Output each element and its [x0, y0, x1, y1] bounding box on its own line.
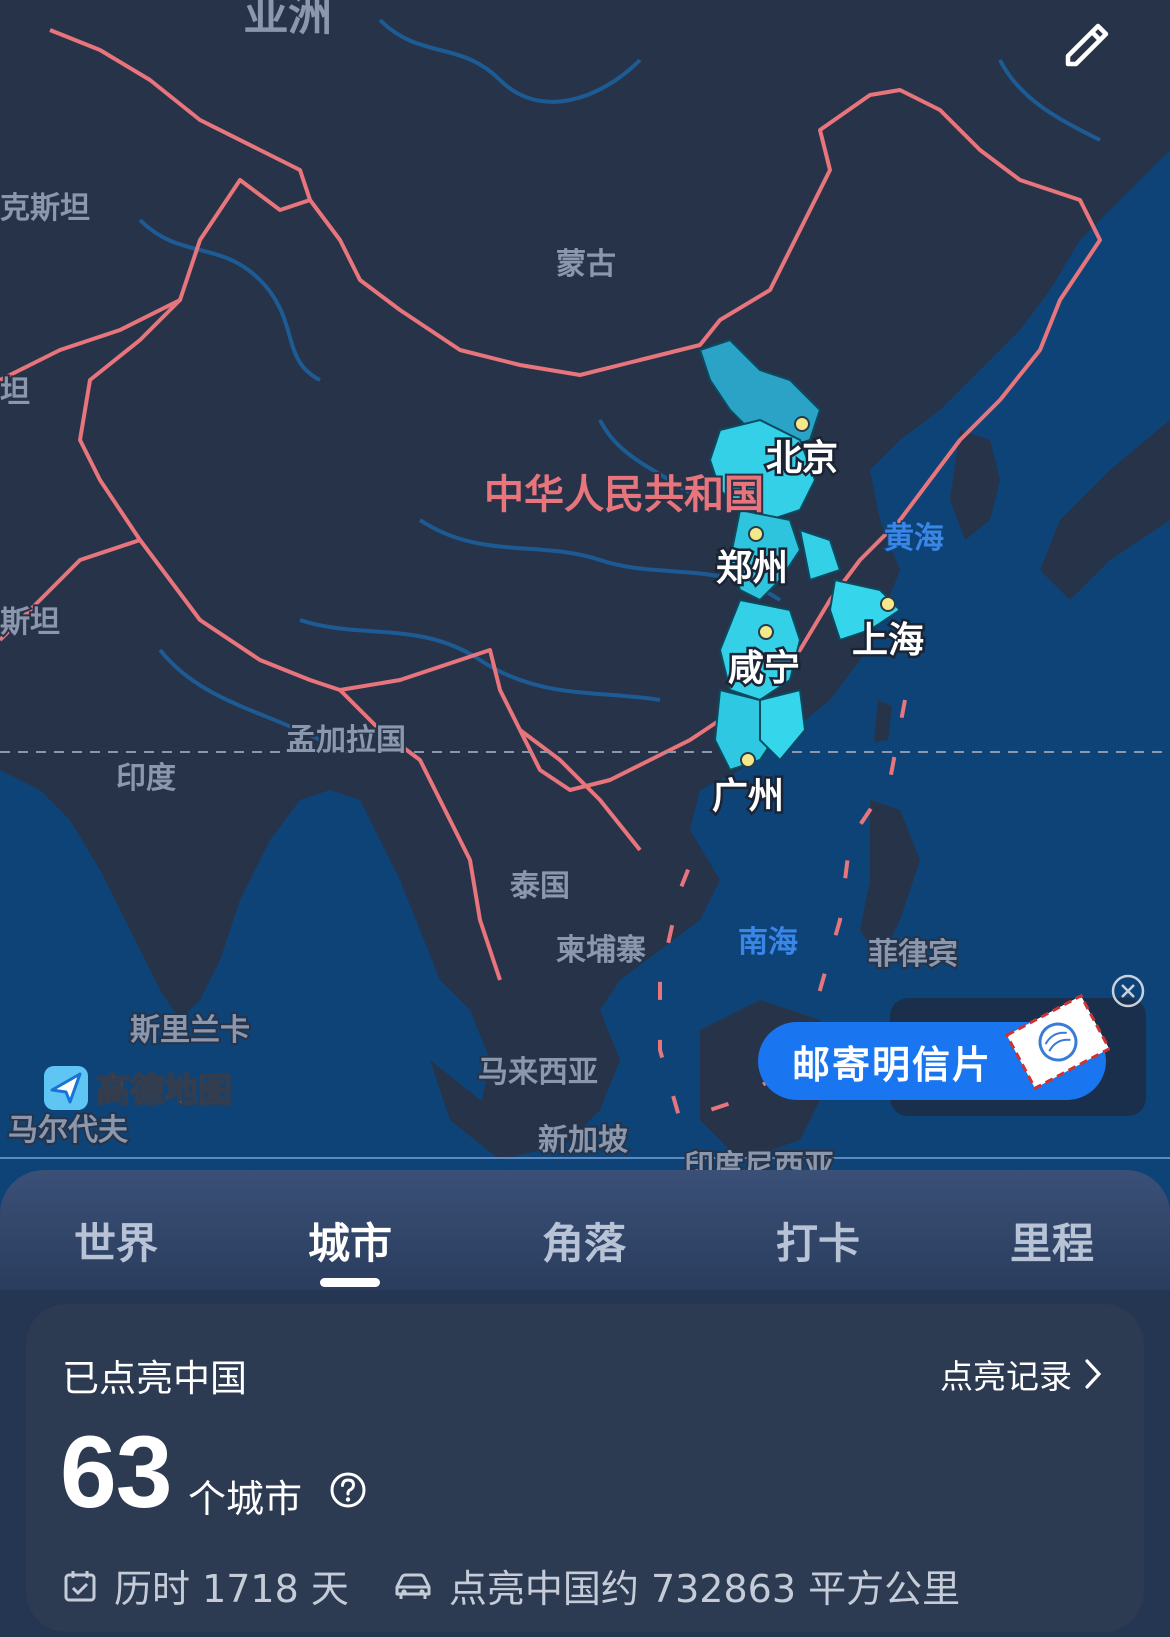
- close-circle-icon[interactable]: [1110, 973, 1146, 1009]
- tab-checkin[interactable]: 打卡: [718, 1210, 918, 1271]
- edit-button[interactable]: [1030, 0, 1142, 84]
- tab-city[interactable]: 城市: [250, 1210, 450, 1271]
- label-south-china-sea: 南海: [738, 925, 798, 960]
- label-singapore: 新加坡: [538, 1123, 628, 1158]
- label-cambodia: 柬埔寨: [556, 933, 646, 968]
- label-malaysia: 马来西亚: [478, 1055, 598, 1090]
- summary-stats: 历时 1718 天 点亮中国约 732863 平方公里: [62, 1558, 960, 1613]
- days-text: 历时 1718 天: [114, 1567, 349, 1611]
- calendar-check-icon: [64, 1570, 96, 1601]
- label-maldives: 马尔代夫: [8, 1113, 129, 1148]
- label-asia: 亚洲: [244, 0, 332, 41]
- label-sri-lanka: 斯里兰卡: [130, 1013, 250, 1048]
- label-tajikistan: 坦: [0, 375, 30, 410]
- area-text: 点亮中国约 732863 平方公里: [448, 1567, 961, 1611]
- tab-world[interactable]: 世界: [16, 1210, 216, 1271]
- label-thailand: 泰国: [510, 869, 570, 904]
- label-bangladesh: 孟加拉国: [286, 723, 406, 758]
- tab-active-indicator: [320, 1278, 380, 1287]
- envelope-icon: [1006, 993, 1110, 1091]
- chevron-right-icon: [1085, 1359, 1102, 1389]
- days-stat: 历时 1718 天: [62, 1558, 349, 1613]
- label-pakistan: 斯坦: [0, 605, 60, 640]
- city-label-shanghai[interactable]: 上海: [850, 618, 927, 664]
- label-mongolia: 蒙古: [556, 247, 616, 282]
- city-count: 63: [60, 1415, 172, 1529]
- label-china: 中华人民共和国: [484, 472, 764, 518]
- record-link-label: 点亮记录: [940, 1357, 1072, 1396]
- postcard-label: 邮寄明信片: [792, 1042, 993, 1087]
- label-india: 印度: [116, 761, 176, 796]
- tab-bar: 世界 城市 角落 打卡 里程: [0, 1170, 1170, 1290]
- area-stat: 点亮中国约 732863 平方公里: [393, 1558, 960, 1613]
- city-label-zhengzhou[interactable]: 郑州: [714, 546, 791, 592]
- city-label-xianning[interactable]: 咸宁: [726, 646, 803, 692]
- city-label-guangzhou[interactable]: 广州: [710, 774, 787, 820]
- summary-title: 已点亮中国: [62, 1357, 247, 1400]
- brand-logo: 高德地图: [42, 1063, 233, 1112]
- tab-corner[interactable]: 角落: [484, 1210, 684, 1271]
- tab-mileage[interactable]: 里程: [952, 1210, 1152, 1271]
- label-philippines: 菲律宾: [868, 937, 958, 972]
- label-yellow-sea: 黄海: [884, 521, 944, 556]
- bottom-panel: 世界 城市 角落 打卡 里程 已点亮中国 点亮记录 63 个城市 历时 1718…: [0, 1170, 1170, 1637]
- car-icon: [395, 1573, 431, 1599]
- navigation-arrow-icon: [44, 1065, 88, 1110]
- city-count-unit: 个城市: [188, 1477, 303, 1521]
- record-link[interactable]: 点亮记录: [940, 1350, 1104, 1398]
- pencil-icon: [1065, 23, 1109, 67]
- brand-name: 高德地图: [95, 1070, 233, 1112]
- label-kazakhstan: 克斯坦: [0, 191, 90, 226]
- city-label-beijing[interactable]: 北京: [764, 435, 841, 482]
- question-circle-icon[interactable]: [328, 1470, 368, 1510]
- summary-card: 已点亮中国 点亮记录 63 个城市 历时 1718 天 点亮中国约 732863…: [26, 1304, 1144, 1632]
